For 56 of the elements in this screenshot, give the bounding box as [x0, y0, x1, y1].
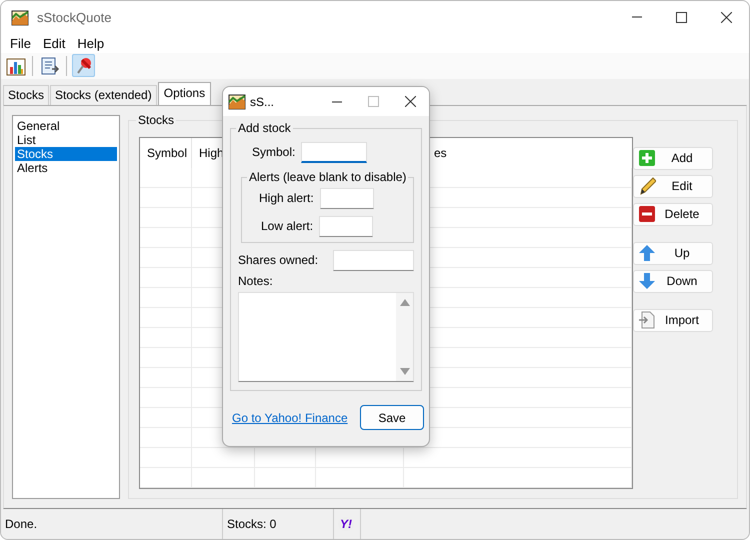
group-title: Add stock — [236, 121, 293, 135]
tab[interactable]: Stocks — [3, 84, 50, 105]
field-label: Low alert: — [261, 219, 314, 233]
close-icon[interactable] — [721, 12, 732, 24]
side-button[interactable]: Add — [633, 146, 713, 170]
side-button[interactable]: Up — [633, 242, 713, 265]
app-icon — [228, 92, 246, 110]
column-header[interactable]: Symbol — [147, 146, 188, 160]
group-title: Stocks — [136, 112, 176, 127]
tab[interactable]: Options — [158, 82, 212, 105]
scroll-up-icon[interactable] — [400, 298, 410, 307]
save-button[interactable]: Save — [360, 405, 424, 430]
options-list[interactable]: General List Stocks Alerts — [12, 114, 120, 499]
list-item[interactable]: General — [15, 118, 117, 133]
down-arrow-icon — [638, 272, 656, 290]
status-text: Done. — [1, 508, 223, 539]
plus-icon — [638, 149, 656, 168]
dialog-title: sS... — [250, 94, 274, 108]
field-label: Notes: — [237, 273, 274, 288]
menu-item[interactable]: File — [4, 36, 37, 52]
pencil-icon — [638, 177, 656, 196]
field-label: Shares owned: — [238, 253, 318, 267]
list-item[interactable]: List — [15, 132, 117, 147]
group-title: Alerts (leave blank to disable) — [247, 170, 408, 184]
maximize-icon — [368, 96, 379, 107]
list-item[interactable]: Stocks — [15, 146, 117, 161]
tab[interactable]: Stocks (extended) — [50, 84, 157, 105]
close-icon[interactable] — [405, 96, 416, 107]
side-button[interactable]: Edit — [633, 174, 713, 198]
minus-icon — [638, 205, 656, 224]
input-field[interactable] — [301, 142, 368, 162]
side-button[interactable]: Down — [633, 270, 713, 293]
finance-link[interactable]: Go to Yahoo! Finance — [232, 410, 348, 424]
side-button[interactable]: Import — [633, 308, 713, 332]
input-field[interactable] — [333, 250, 414, 270]
toolbar-button[interactable] — [72, 54, 95, 78]
up-arrow-icon — [638, 244, 656, 262]
input-field[interactable] — [320, 188, 374, 208]
input-field[interactable] — [319, 216, 374, 236]
field-label: Symbol: — [252, 145, 296, 159]
menu-item[interactable]: Help — [71, 36, 110, 52]
maximize-icon[interactable] — [676, 12, 687, 24]
yahoo-logo: Y! — [338, 516, 354, 531]
bar-chart-icon — [6, 56, 26, 76]
menu-item[interactable]: Edit — [36, 36, 72, 52]
document-import-icon — [638, 311, 656, 330]
column-header[interactable]: es — [434, 146, 447, 160]
notes-field[interactable] — [238, 292, 414, 382]
window-title: sStockQuote — [37, 10, 112, 26]
scroll-down-icon[interactable] — [400, 367, 410, 376]
stock-count: Stocks: 0 — [223, 508, 334, 539]
app-icon — [11, 8, 29, 27]
side-button[interactable]: Delete — [633, 202, 713, 226]
field-label: High alert: — [259, 191, 314, 205]
document-arrow-icon — [40, 56, 60, 76]
list-item[interactable]: Alerts — [15, 160, 117, 175]
